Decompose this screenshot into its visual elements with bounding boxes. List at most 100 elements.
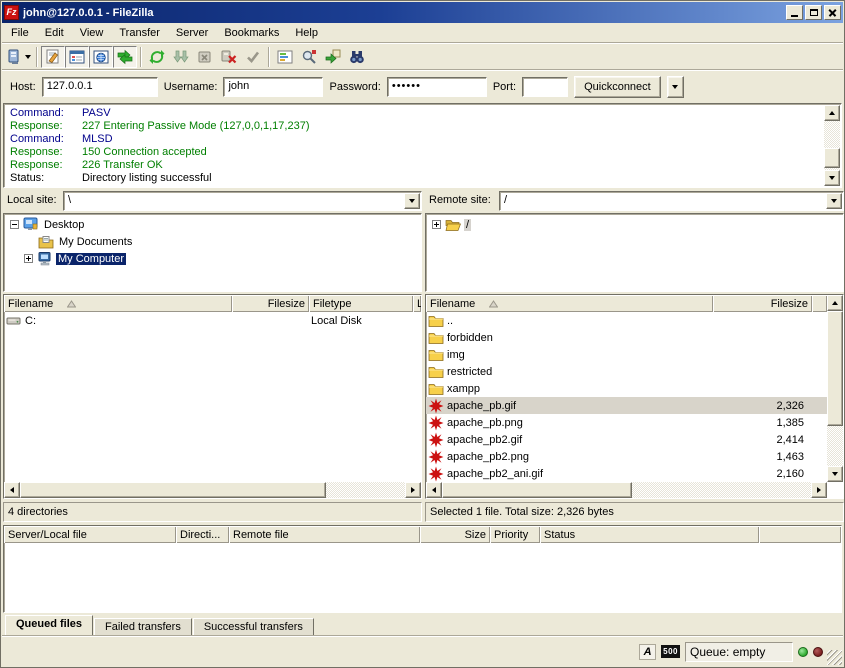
scroll-down-icon[interactable] <box>827 466 843 482</box>
remote-file-row[interactable]: apache_pb2_ani.gif 2,160 <box>426 465 827 482</box>
scroll-right-icon[interactable] <box>811 482 827 498</box>
tree-item-my-documents[interactable]: My Documents <box>6 233 421 250</box>
toggle-remote-tree-button[interactable] <box>89 46 113 68</box>
menu-bookmarks[interactable]: Bookmarks <box>216 25 287 41</box>
password-input[interactable]: •••••• <box>387 77 487 97</box>
file-type: Local Disk <box>305 315 409 327</box>
scroll-left-icon[interactable] <box>426 482 442 498</box>
close-button[interactable] <box>824 5 841 20</box>
remote-list-header: Filename Filesize <box>426 295 827 312</box>
tree-item-my-computer[interactable]: My Computer <box>6 250 421 267</box>
tab-failed-transfers[interactable]: Failed transfers <box>94 618 192 636</box>
local-site-combobox[interactable]: \ <box>63 191 422 211</box>
scroll-thumb[interactable] <box>827 311 843 426</box>
file-name: apache_pb.gif <box>447 400 709 412</box>
local-hscrollbar[interactable] <box>4 482 421 498</box>
remote-vscrollbar[interactable] <box>827 295 843 482</box>
expand-icon[interactable] <box>432 220 441 229</box>
username-input[interactable]: john <box>223 77 323 97</box>
file-name: .. <box>447 315 709 327</box>
cancel-operation-button[interactable] <box>193 46 217 68</box>
scroll-thumb[interactable] <box>20 482 326 498</box>
tree-item-root[interactable]: / <box>428 216 843 233</box>
reconnect-button[interactable] <box>241 46 265 68</box>
remote-file-row[interactable]: apache_pb2.gif 2,414 <box>426 431 827 448</box>
tree-item-desktop[interactable]: Desktop <box>6 216 421 233</box>
site-manager-button[interactable] <box>5 46 33 68</box>
refresh-button[interactable] <box>145 46 169 68</box>
port-input[interactable] <box>522 77 568 97</box>
remote-site-combobox[interactable]: / <box>499 191 844 211</box>
menu-server[interactable]: Server <box>168 25 216 41</box>
scroll-down-icon[interactable] <box>824 170 840 186</box>
remote-hscrollbar[interactable] <box>426 482 827 498</box>
menu-file[interactable]: File <box>3 25 37 41</box>
column-header-server-local-file[interactable]: Server/Local file <box>4 526 176 543</box>
column-header-priority[interactable]: Priority <box>490 526 540 543</box>
scroll-left-icon[interactable] <box>4 482 20 498</box>
expand-icon[interactable] <box>24 254 33 263</box>
tab-queued-files[interactable]: Queued files <box>5 615 93 636</box>
remote-file-row[interactable]: apache_pb2.png 1,463 <box>426 448 827 465</box>
remote-file-row[interactable]: xampp <box>426 380 827 397</box>
toggle-local-tree-button[interactable] <box>65 46 89 68</box>
maximize-button[interactable] <box>805 5 822 20</box>
file-size: 2,160 <box>709 468 804 480</box>
log-scrollbar[interactable] <box>824 105 840 186</box>
toggle-message-log-button[interactable] <box>41 46 65 68</box>
scroll-thumb[interactable] <box>442 482 632 498</box>
process-queue-button[interactable] <box>169 46 193 68</box>
minimize-button[interactable] <box>786 5 803 20</box>
remote-file-row[interactable]: img <box>426 346 827 363</box>
column-header-size[interactable]: Size <box>420 526 490 543</box>
disconnect-button[interactable] <box>217 46 241 68</box>
quickconnect-button[interactable]: Quickconnect <box>574 76 661 98</box>
remote-file-row-selected[interactable]: apache_pb.gif 2,326 <box>426 397 827 414</box>
column-header-last-modified[interactable]: L <box>413 295 421 312</box>
local-site-label: Local site: <box>7 194 57 206</box>
tab-successful-transfers[interactable]: Successful transfers <box>193 618 314 636</box>
menu-view[interactable]: View <box>72 25 112 41</box>
log-line: Command:MLSD <box>10 133 841 146</box>
scroll-right-icon[interactable] <box>405 482 421 498</box>
remote-file-row[interactable]: apache_pb.png 1,385 <box>426 414 827 431</box>
column-header-direction[interactable]: Directi... <box>176 526 229 543</box>
image-file-icon <box>428 466 444 482</box>
remote-file-row[interactable]: forbidden <box>426 329 827 346</box>
combo-dropdown-button[interactable] <box>404 193 420 209</box>
menu-help[interactable]: Help <box>287 25 326 41</box>
remote-file-row[interactable]: restricted <box>426 363 827 380</box>
scroll-thumb[interactable] <box>824 148 840 168</box>
column-header-filetype[interactable]: Filetype <box>309 295 413 312</box>
column-header-remote-file[interactable]: Remote file <box>229 526 420 543</box>
host-input[interactable]: 127.0.0.1 <box>42 77 158 97</box>
menu-transfer[interactable]: Transfer <box>111 25 168 41</box>
column-header-filename[interactable]: Filename <box>4 295 232 312</box>
scroll-up-icon[interactable] <box>824 105 840 121</box>
password-label: Password: <box>329 81 380 93</box>
column-header-filesize[interactable]: Filesize <box>713 295 812 312</box>
toggle-transfer-queue-button[interactable] <box>113 46 137 68</box>
quickconnect-dropdown-button[interactable] <box>667 76 684 98</box>
remote-file-row[interactable]: .. <box>426 312 827 329</box>
title-bar[interactable]: Fz john@127.0.0.1 - FileZilla <box>2 2 843 23</box>
scroll-up-icon[interactable] <box>827 295 843 311</box>
filter-button[interactable] <box>345 46 369 68</box>
username-label: Username: <box>164 81 218 93</box>
directory-comparison-button[interactable] <box>273 46 297 68</box>
column-header-filesize[interactable]: Filesize <box>232 295 309 312</box>
find-files-button[interactable] <box>321 46 345 68</box>
cancel-icon <box>197 49 213 65</box>
local-status-text: 4 directories <box>3 502 422 522</box>
folder-icon <box>428 364 444 380</box>
column-header-filename[interactable]: Filename <box>426 295 713 312</box>
column-header-status[interactable]: Status <box>540 526 759 543</box>
local-tree-icon <box>69 49 85 65</box>
collapse-icon[interactable] <box>10 220 19 229</box>
menu-edit[interactable]: Edit <box>37 25 72 41</box>
synchronized-browsing-button[interactable] <box>297 46 321 68</box>
column-header-empty <box>759 526 841 543</box>
resize-grip[interactable] <box>827 650 842 665</box>
local-file-row[interactable]: C: Local Disk <box>4 312 421 329</box>
combo-dropdown-button[interactable] <box>826 193 842 209</box>
